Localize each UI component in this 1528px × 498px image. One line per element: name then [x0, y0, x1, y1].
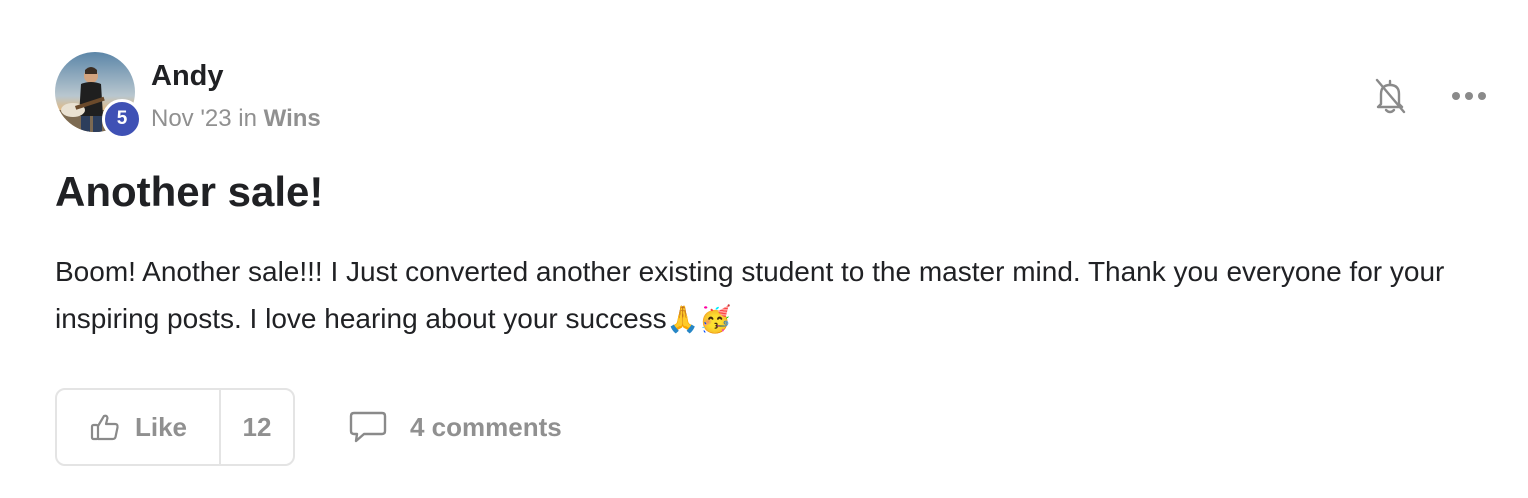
post-body: Boom! Another sale!!! I Just converted a…: [55, 248, 1455, 344]
post-meta: Nov '23 in Wins: [151, 103, 321, 135]
post-body-text: Boom! Another sale!!! I Just converted a…: [55, 256, 1445, 334]
notification-toggle-button[interactable]: [1370, 74, 1410, 118]
post-card: 5 Andy Nov '23 in Wins Another sale! Boo…: [0, 0, 1528, 498]
author-avatar[interactable]: 5: [55, 52, 142, 139]
more-options-button[interactable]: [1448, 80, 1490, 112]
more-horizontal-icon: [1451, 91, 1487, 101]
like-button[interactable]: Like: [57, 390, 221, 464]
folded-hands-emoji: 🙏: [666, 305, 700, 335]
like-label: Like: [134, 411, 188, 442]
thumbs-up-icon: [89, 411, 121, 443]
comments-button[interactable]: 4 comments: [348, 404, 562, 450]
partying-face-emoji: 🥳: [699, 305, 732, 335]
author-name[interactable]: Andy: [151, 58, 224, 94]
post-date: Nov '23: [151, 105, 232, 132]
category-link[interactable]: Wins: [264, 105, 321, 132]
in-label: in: [238, 105, 257, 132]
level-badge: 5: [102, 99, 142, 139]
comments-label: 4 comments: [410, 411, 562, 442]
comment-icon: [348, 410, 388, 444]
like-control: Like 12: [55, 388, 295, 466]
like-count[interactable]: 12: [221, 390, 293, 464]
post-title: Another sale!: [55, 168, 324, 215]
bell-off-icon: [1373, 76, 1407, 116]
